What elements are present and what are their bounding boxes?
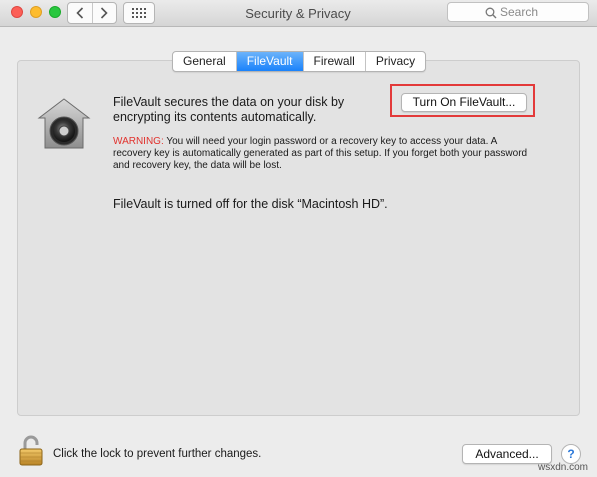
minimize-window-button[interactable] — [30, 6, 42, 18]
search-field[interactable] — [447, 2, 589, 22]
tab-filevault[interactable]: FileVault — [235, 52, 303, 71]
warning-label: WARNING: — [113, 136, 164, 147]
turn-on-filevault-button[interactable]: Turn On FileVault... — [401, 93, 527, 112]
navigation-buttons — [67, 2, 117, 24]
title-bar: Security & Privacy — [0, 0, 597, 27]
warning-text: WARNING: You will need your login passwo… — [113, 136, 533, 172]
search-icon — [485, 7, 497, 19]
tab-privacy[interactable]: Privacy — [364, 52, 425, 71]
search-input[interactable] — [500, 5, 585, 19]
back-icon — [76, 7, 83, 19]
forward-button[interactable] — [91, 3, 117, 23]
zoom-window-button[interactable] — [49, 6, 61, 18]
tab-general[interactable]: General — [173, 52, 236, 71]
help-button[interactable]: ? — [561, 444, 581, 464]
advanced-button[interactable]: Advanced... — [462, 444, 552, 464]
close-window-button[interactable] — [11, 6, 23, 18]
back-button[interactable] — [68, 3, 92, 23]
watermark: wsxdn.com — [538, 462, 589, 473]
lock-icon[interactable] — [17, 434, 45, 466]
filevault-description: FileVault secures the data on your disk … — [113, 95, 345, 124]
tab-bar: General FileVault Firewall Privacy — [172, 51, 427, 72]
warning-body: You will need your login password or a r… — [113, 136, 528, 171]
tab-firewall[interactable]: Firewall — [302, 52, 365, 71]
filevault-icon — [37, 98, 91, 149]
filevault-status: FileVault is turned off for the disk “Ma… — [113, 197, 388, 211]
forward-icon — [101, 7, 108, 19]
show-all-button[interactable] — [123, 2, 155, 24]
lock-label: Click the lock to prevent further change… — [53, 448, 262, 460]
window-title: Security & Privacy — [245, 6, 351, 21]
grid-icon — [132, 8, 146, 18]
